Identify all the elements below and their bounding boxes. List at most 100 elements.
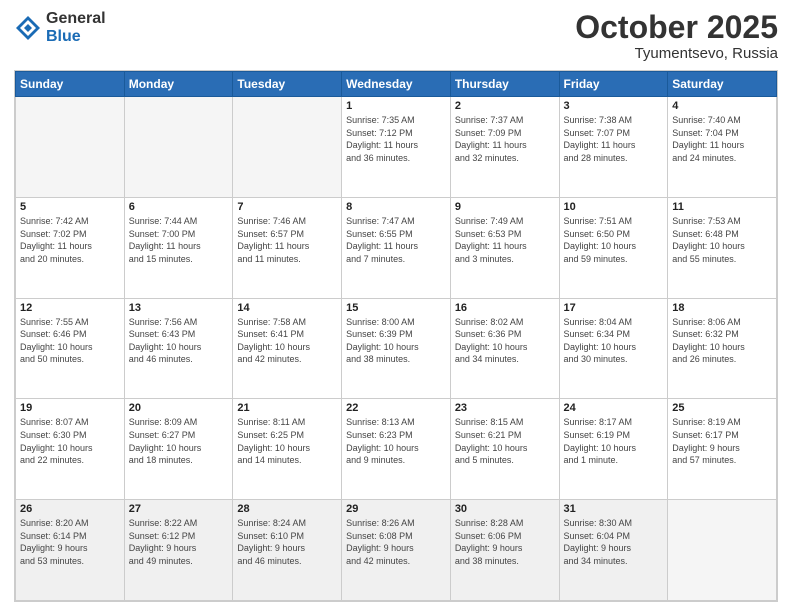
day-number-11: 11 [672,201,772,213]
calendar-cell-3-4: 23Sunrise: 8:15 AM Sunset: 6:21 PM Dayli… [450,399,559,500]
day-info-15: Sunrise: 8:00 AM Sunset: 6:39 PM Dayligh… [346,316,446,366]
day-info-14: Sunrise: 7:58 AM Sunset: 6:41 PM Dayligh… [237,316,337,366]
month-title: October 2025 [575,10,778,45]
calendar-cell-0-3: 1Sunrise: 7:35 AM Sunset: 7:12 PM Daylig… [342,97,451,198]
weekday-saturday: Saturday [668,72,777,97]
day-number-12: 12 [20,302,120,314]
weekday-sunday: Sunday [16,72,125,97]
calendar-cell-3-1: 20 Sunrise: 8:09 AM Sunset: 6:27 PM Dayli… [124,399,233,500]
day-number-10: 10 [564,201,664,213]
logo-general-text: General [46,10,106,28]
day-number-3: 3 [564,100,664,112]
day-number-19: 19 [20,402,120,414]
day-number-8: 8 [346,201,446,213]
calendar-cell-3-5: 24 Sunrise: 8:17 AM Sunset: 6:19 PM Dayli… [559,399,668,500]
week-row-2: 12 Sunrise: 7:55 AM Sunset: 6:46 PM Dayli… [16,298,777,399]
day-number-30: 30 [455,503,555,515]
calendar-table: SundayMondayTuesdayWednesdayThursdayFrid… [15,71,777,601]
day-number-6: 6 [129,201,229,213]
day-info-19: Sunrise: 8:07 AM Sunset: 6:30 PM Dayligh… [20,416,120,466]
day-info-23: Sunrise: 8:15 AM Sunset: 6:21 PM Dayligh… [455,416,555,466]
day-number-18: 18 [672,302,772,314]
weekday-friday: Friday [559,72,668,97]
day-info-17: Sunrise: 8:04 AM Sunset: 6:34 PM Dayligh… [564,316,664,366]
week-row-0: 1Sunrise: 7:35 AM Sunset: 7:12 PM Daylig… [16,97,777,198]
day-number-20: 20 [129,402,229,414]
calendar-cell-1-6: 11Sunrise: 7:53 AM Sunset: 6:48 PM Dayli… [668,197,777,298]
calendar-cell-3-3: 22Sunrise: 8:13 AM Sunset: 6:23 PM Dayli… [342,399,451,500]
day-info-18: Sunrise: 8:06 AM Sunset: 6:32 PM Dayligh… [672,316,772,366]
logo-icon [14,14,42,42]
calendar-header: SundayMondayTuesdayWednesdayThursdayFrid… [16,72,777,97]
logo-blue-text: Blue [46,28,106,46]
day-number-26: 26 [20,503,120,515]
calendar-cell-4-6 [668,500,777,601]
calendar-cell-2-5: 17Sunrise: 8:04 AM Sunset: 6:34 PM Dayli… [559,298,668,399]
calendar-cell-1-5: 10 Sunrise: 7:51 AM Sunset: 6:50 PM Dayli… [559,197,668,298]
day-info-5: Sunrise: 7:42 AM Sunset: 7:02 PM Dayligh… [20,215,120,265]
day-info-24: Sunrise: 8:17 AM Sunset: 6:19 PM Dayligh… [564,416,664,466]
weekday-thursday: Thursday [450,72,559,97]
day-info-3: Sunrise: 7:38 AM Sunset: 7:07 PM Dayligh… [564,114,664,164]
day-info-2: Sunrise: 7:37 AM Sunset: 7:09 PM Dayligh… [455,114,555,164]
day-info-20: Sunrise: 8:09 AM Sunset: 6:27 PM Dayligh… [129,416,229,466]
calendar-cell-2-4: 16Sunrise: 8:02 AM Sunset: 6:36 PM Dayli… [450,298,559,399]
calendar-cell-3-6: 25Sunrise: 8:19 AM Sunset: 6:17 PM Dayli… [668,399,777,500]
weekday-monday: Monday [124,72,233,97]
day-info-29: Sunrise: 8:26 AM Sunset: 6:08 PM Dayligh… [346,517,446,567]
weekday-tuesday: Tuesday [233,72,342,97]
day-number-28: 28 [237,503,337,515]
header: General Blue October 2025 Tyumentsevo, R… [14,10,778,62]
day-number-21: 21 [237,402,337,414]
calendar-cell-1-3: 8 Sunrise: 7:47 AM Sunset: 6:55 PM Daylig… [342,197,451,298]
logo: General Blue [14,10,106,45]
day-number-1: 1 [346,100,446,112]
calendar-cell-4-5: 31Sunrise: 8:30 AM Sunset: 6:04 PM Dayli… [559,500,668,601]
calendar-cell-2-0: 12 Sunrise: 7:55 AM Sunset: 6:46 PM Dayli… [16,298,125,399]
calendar-cell-0-5: 3 Sunrise: 7:38 AM Sunset: 7:07 PM Daylig… [559,97,668,198]
calendar-cell-1-0: 5Sunrise: 7:42 AM Sunset: 7:02 PM Daylig… [16,197,125,298]
day-number-14: 14 [237,302,337,314]
day-info-26: Sunrise: 8:20 AM Sunset: 6:14 PM Dayligh… [20,517,120,567]
day-number-31: 31 [564,503,664,515]
calendar-cell-1-4: 9Sunrise: 7:49 AM Sunset: 6:53 PM Daylig… [450,197,559,298]
day-info-7: Sunrise: 7:46 AM Sunset: 6:57 PM Dayligh… [237,215,337,265]
calendar-cell-2-3: 15 Sunrise: 8:00 AM Sunset: 6:39 PM Dayli… [342,298,451,399]
calendar-cell-0-0 [16,97,125,198]
calendar-cell-1-1: 6 Sunrise: 7:44 AM Sunset: 7:00 PM Daylig… [124,197,233,298]
day-info-16: Sunrise: 8:02 AM Sunset: 6:36 PM Dayligh… [455,316,555,366]
calendar-cell-3-0: 19 Sunrise: 8:07 AM Sunset: 6:30 PM Dayli… [16,399,125,500]
weekday-row: SundayMondayTuesdayWednesdayThursdayFrid… [16,72,777,97]
calendar-cell-2-2: 14 Sunrise: 7:58 AM Sunset: 6:41 PM Dayli… [233,298,342,399]
location: Tyumentsevo, Russia [575,45,778,62]
day-info-27: Sunrise: 8:22 AM Sunset: 6:12 PM Dayligh… [129,517,229,567]
week-row-4: 26 Sunrise: 8:20 AM Sunset: 6:14 PM Dayli… [16,500,777,601]
day-number-24: 24 [564,402,664,414]
day-number-29: 29 [346,503,446,515]
day-number-27: 27 [129,503,229,515]
calendar-cell-0-1 [124,97,233,198]
calendar-cell-4-0: 26 Sunrise: 8:20 AM Sunset: 6:14 PM Dayli… [16,500,125,601]
week-row-3: 19 Sunrise: 8:07 AM Sunset: 6:30 PM Dayli… [16,399,777,500]
calendar-cell-0-2 [233,97,342,198]
day-number-7: 7 [237,201,337,213]
calendar: SundayMondayTuesdayWednesdayThursdayFrid… [14,70,778,602]
day-info-30: Sunrise: 8:28 AM Sunset: 6:06 PM Dayligh… [455,517,555,567]
day-info-8: Sunrise: 7:47 AM Sunset: 6:55 PM Dayligh… [346,215,446,265]
calendar-cell-1-2: 7 Sunrise: 7:46 AM Sunset: 6:57 PM Daylig… [233,197,342,298]
day-number-4: 4 [672,100,772,112]
day-info-10: Sunrise: 7:51 AM Sunset: 6:50 PM Dayligh… [564,215,664,265]
day-info-4: Sunrise: 7:40 AM Sunset: 7:04 PM Dayligh… [672,114,772,164]
calendar-body: 1Sunrise: 7:35 AM Sunset: 7:12 PM Daylig… [16,97,777,601]
calendar-cell-2-1: 13Sunrise: 7:56 AM Sunset: 6:43 PM Dayli… [124,298,233,399]
calendar-cell-0-4: 2Sunrise: 7:37 AM Sunset: 7:09 PM Daylig… [450,97,559,198]
calendar-cell-3-2: 21Sunrise: 8:11 AM Sunset: 6:25 PM Dayli… [233,399,342,500]
day-info-13: Sunrise: 7:56 AM Sunset: 6:43 PM Dayligh… [129,316,229,366]
day-info-25: Sunrise: 8:19 AM Sunset: 6:17 PM Dayligh… [672,416,772,466]
day-info-28: Sunrise: 8:24 AM Sunset: 6:10 PM Dayligh… [237,517,337,567]
day-info-6: Sunrise: 7:44 AM Sunset: 7:00 PM Dayligh… [129,215,229,265]
day-number-15: 15 [346,302,446,314]
calendar-cell-4-4: 30 Sunrise: 8:28 AM Sunset: 6:06 PM Dayli… [450,500,559,601]
day-number-9: 9 [455,201,555,213]
day-info-12: Sunrise: 7:55 AM Sunset: 6:46 PM Dayligh… [20,316,120,366]
